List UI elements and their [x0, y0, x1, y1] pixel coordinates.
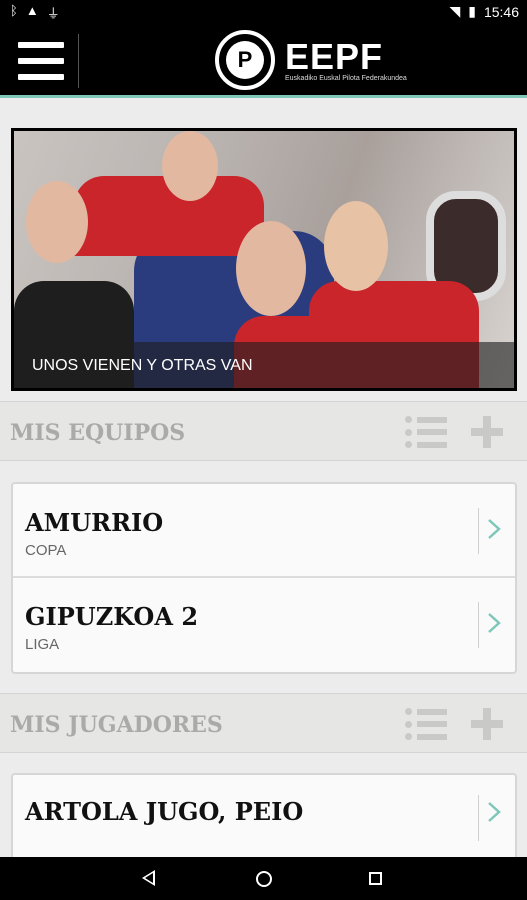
teams-section-header: MIS EQUIPOS [0, 401, 527, 461]
chevron-right-icon [488, 802, 501, 822]
players-section-header: MIS JUGADORES [0, 693, 527, 753]
players-section-title: MIS JUGADORES [10, 712, 223, 738]
team-name: AMURRIO [25, 508, 164, 537]
app-logo: P EEPF Euskadiko Euskal Pilota Federakun… [215, 30, 407, 90]
logo-subtitle: Euskadiko Euskal Pilota Federakundea [285, 74, 407, 82]
menu-icon[interactable] [18, 42, 64, 80]
app-bar-divider [78, 34, 79, 88]
list-item[interactable]: AMURRIO COPA [13, 484, 515, 578]
list-item[interactable]: ARTOLA JUGO, PEIO [13, 775, 515, 861]
status-bar: ᛒ ▲ ⏚ ◥ ▮ 15:46 [0, 0, 527, 24]
chevron-right-icon [488, 613, 501, 633]
back-icon[interactable] [142, 870, 155, 886]
add-player-icon[interactable] [471, 708, 503, 740]
logo-title: EEPF [285, 35, 384, 77]
recents-icon[interactable] [369, 872, 382, 885]
news-caption: UNOS VIENEN Y OTRAS VAN [14, 342, 514, 388]
home-icon[interactable] [256, 871, 272, 887]
status-time: 15:46 [483, 3, 519, 20]
status-left-icons: ᛒ ▲ ⏚ [10, 3, 60, 22]
bluetooth-icon: ᛒ [10, 3, 18, 18]
warning-icon: ▲ [25, 3, 39, 18]
status-right-icons: ◥ ▮ 15:46 [449, 3, 519, 20]
system-nav-bar [0, 857, 527, 900]
wifi-icon: ◥ [449, 3, 461, 19]
team-name: GIPUZKOA 2 [25, 602, 199, 631]
usb-icon: ⏚ [46, 6, 60, 21]
list-icon[interactable] [405, 416, 447, 448]
teams-list: AMURRIO COPA GIPUZKOA 2 LIGA [11, 482, 517, 674]
list-item[interactable]: GIPUZKOA 2 LIGA [13, 578, 515, 672]
logo-emblem: P [215, 30, 275, 90]
chevron-right-icon [488, 519, 501, 539]
add-team-icon[interactable] [471, 416, 503, 448]
app-bar: P EEPF Euskadiko Euskal Pilota Federakun… [0, 24, 527, 98]
battery-icon: ▮ [468, 3, 476, 19]
news-hero-image[interactable]: UNOS VIENEN Y OTRAS VAN [11, 128, 517, 391]
team-type: LIGA [25, 636, 60, 653]
players-list: ARTOLA JUGO, PEIO [11, 773, 517, 863]
player-name: ARTOLA JUGO, PEIO [25, 797, 304, 826]
teams-section-title: MIS EQUIPOS [10, 420, 186, 446]
team-type: COPA [25, 542, 67, 559]
list-icon[interactable] [405, 708, 447, 740]
